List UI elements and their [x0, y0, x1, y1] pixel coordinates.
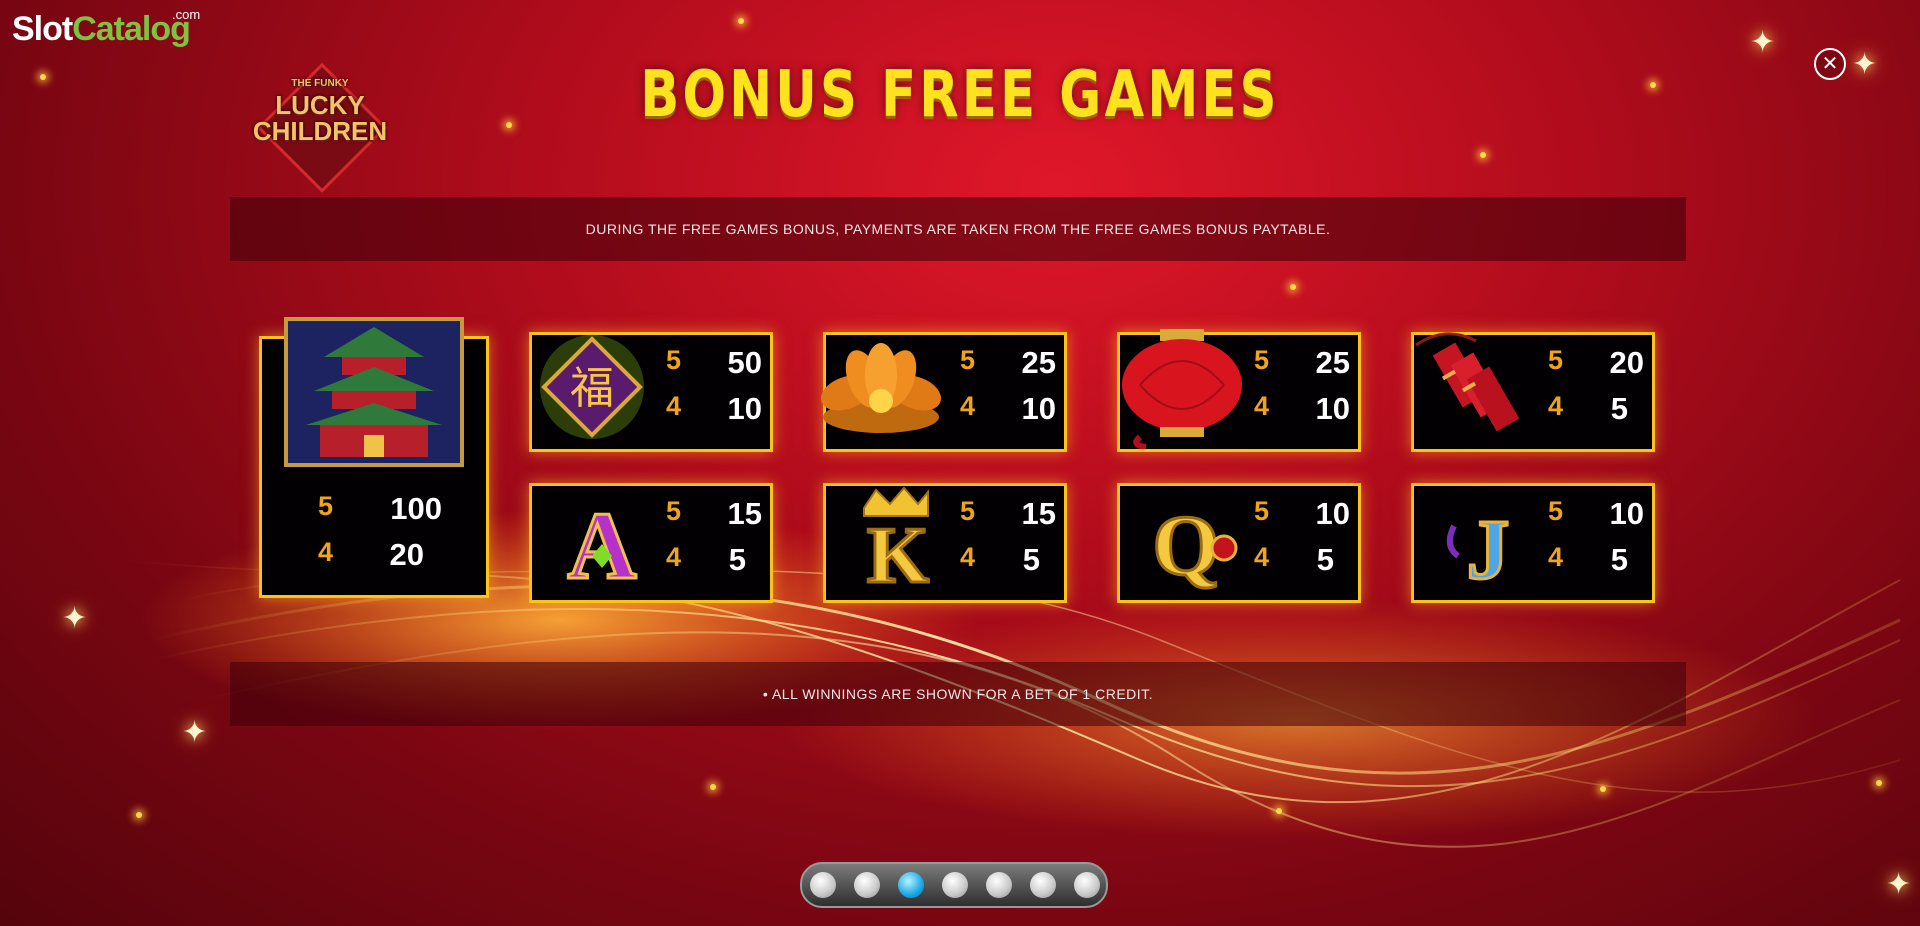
symbol-card-jack: J 5 10 4 5: [1411, 483, 1655, 603]
count-4: 4: [1254, 542, 1270, 572]
star-sparkle-icon: ✦: [1852, 48, 1878, 81]
count-5: 5: [666, 496, 682, 526]
close-icon[interactable]: ✕: [1822, 53, 1839, 75]
close-button[interactable]: ✕: [1814, 48, 1846, 80]
count-4: 4: [1254, 391, 1270, 421]
page-dot-5[interactable]: [986, 872, 1012, 898]
lantern-icon: [1120, 327, 1244, 449]
fu-tile-icon: 福: [536, 331, 648, 443]
star-sparkle-icon: ✦: [182, 716, 208, 749]
page-title: BONUS FREE GAMES: [640, 58, 1280, 132]
jack-icon: J: [1434, 486, 1534, 596]
symbol-card-king: K 5 15 4 5: [823, 483, 1067, 603]
count-4: 4: [666, 391, 682, 421]
sparkle: [40, 74, 46, 80]
sparkle: [1480, 152, 1486, 158]
symbol-card-pagoda: 5 100 4 20: [259, 317, 489, 598]
symbol-card-lantern: 5 25 4 10: [1117, 329, 1361, 452]
count-5: 5: [666, 345, 682, 375]
page-indicator: [800, 862, 1108, 908]
payout-5: 10: [1609, 496, 1644, 531]
payout-4: 20: [389, 537, 424, 572]
payout-4: 5: [728, 542, 746, 577]
payout-4: 10: [727, 391, 762, 426]
king-icon: K: [846, 486, 946, 596]
payout-4: 5: [1610, 391, 1628, 426]
count-4: 4: [1548, 542, 1564, 572]
sparkle: [136, 812, 142, 818]
page-dot-6[interactable]: [1030, 872, 1056, 898]
payout-4: 10: [1315, 391, 1350, 426]
info-banner-top: DURING THE FREE GAMES BONUS, PAYMENTS AR…: [230, 197, 1686, 261]
count-5: 5: [1548, 496, 1564, 526]
sparkle: [738, 18, 744, 24]
ace-icon: A: [552, 486, 652, 597]
svg-text:J: J: [1467, 501, 1510, 596]
lotus-icon: [816, 335, 946, 445]
payout-4: 10: [1021, 391, 1056, 426]
payout-4: 5: [1022, 542, 1040, 577]
payout-5: 25: [1315, 345, 1350, 380]
sparkle: [1600, 786, 1606, 792]
payout-4: 5: [1610, 542, 1628, 577]
info-banner-bottom: • ALL WINNINGS ARE SHOWN FOR A BET OF 1 …: [230, 662, 1686, 726]
page-dot-2[interactable]: [854, 872, 880, 898]
firecrackers-icon: [1406, 325, 1526, 443]
count-5: 5: [960, 345, 976, 375]
sparkle: [710, 784, 716, 790]
count-5: 5: [318, 491, 334, 521]
queen-icon: Q: [1140, 486, 1244, 596]
count-4: 4: [666, 542, 682, 572]
payout-5: 50: [727, 345, 762, 380]
count-4: 4: [318, 537, 334, 567]
sparkle: [1876, 780, 1882, 786]
slotcatalog-watermark: SlotCatalog .com: [12, 7, 201, 48]
star-sparkle-icon: ✦: [1886, 868, 1912, 901]
sparkle: [1290, 284, 1296, 290]
count-5: 5: [1548, 345, 1564, 375]
page-dot-7[interactable]: [1074, 872, 1100, 898]
svg-text:福: 福: [570, 363, 614, 414]
symbol-card-lotus: 5 25 4 10: [820, 332, 1067, 452]
star-sparkle-icon: ✦: [62, 602, 88, 635]
count-5: 5: [1254, 345, 1270, 375]
page-dot-1[interactable]: [810, 872, 836, 898]
payout-5: 10: [1315, 496, 1350, 531]
symbol-card-firecrackers: 5 20 4 5: [1411, 332, 1655, 452]
svg-text:Q: Q: [1153, 497, 1220, 593]
payout-5: 20: [1609, 345, 1644, 380]
symbol-card-fu: 福 5 50 4 10: [529, 332, 773, 452]
count-4: 4: [1548, 391, 1564, 421]
payout-4: 5: [1316, 542, 1334, 577]
count-4: 4: [960, 391, 976, 421]
payout-5: 15: [727, 496, 762, 531]
payout-5: 15: [1021, 496, 1056, 531]
symbol-card-queen: Q 5 10 4 5: [1117, 483, 1361, 603]
star-sparkle-icon: ✦: [1750, 26, 1776, 59]
payout-5: 25: [1021, 345, 1056, 380]
count-5: 5: [1254, 496, 1270, 526]
payout-5: 100: [390, 491, 442, 526]
sparkle: [1276, 808, 1282, 814]
page-dot-3[interactable]: [898, 872, 924, 898]
pagoda-icon: [284, 317, 464, 467]
symbol-card-ace: A 5 15 4 5: [529, 483, 773, 603]
count-5: 5: [960, 496, 976, 526]
svg-text:K: K: [867, 512, 929, 596]
count-4: 4: [960, 542, 976, 572]
page-dot-4[interactable]: [942, 872, 968, 898]
